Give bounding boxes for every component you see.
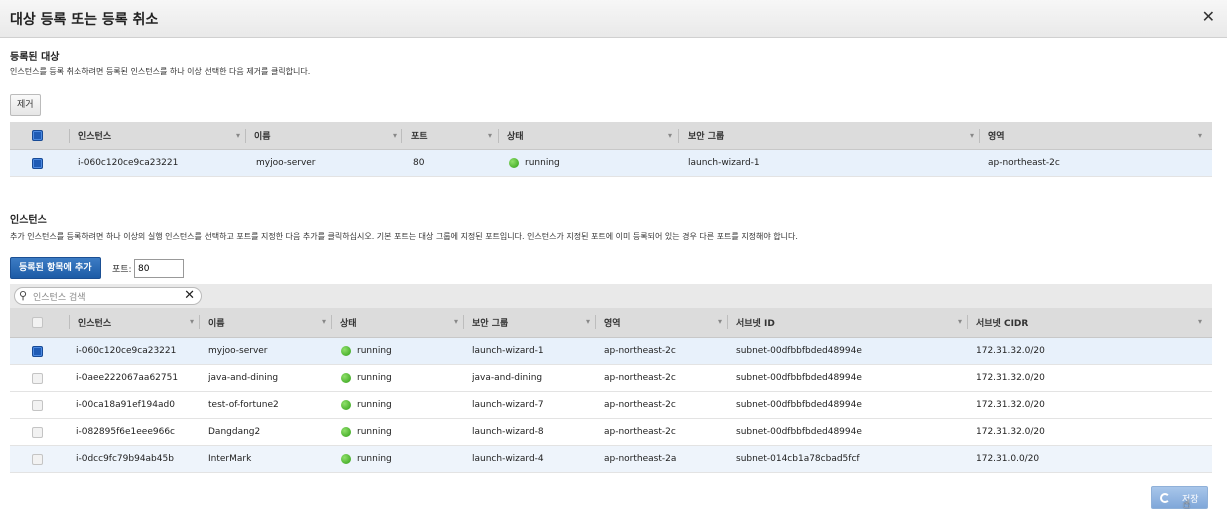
remove-button[interactable]: 제거 (10, 94, 41, 116)
running-status-icon (341, 454, 351, 464)
instance-id: i-082895f6e1eee966c (76, 427, 175, 437)
zone: ap-northeast-2c (604, 373, 676, 383)
table-header: 인스턴스 ▾ 이름 ▾ 포트 ▾ 상태 ▾ 보안 그룹 ▾ 영역 ▾ (10, 122, 1212, 150)
zone: ap-northeast-2c (604, 427, 676, 437)
close-icon[interactable]: ✕ (1202, 9, 1215, 25)
clear-search-icon[interactable]: ✕ (184, 288, 195, 303)
registered-section-title: 등록된 대상 (10, 52, 60, 63)
instance-name: InterMark (208, 454, 252, 464)
instance-state: running (357, 373, 392, 383)
instance-state: running (357, 400, 392, 410)
row-checkbox[interactable] (32, 157, 43, 169)
subnet-id: subnet-00dfbbfbded48994e (736, 346, 862, 356)
instance-name: myjoo-server (256, 158, 316, 168)
instance-id: i-0dcc9fc79b94ab45b (76, 454, 174, 464)
table-row[interactable]: i-0dcc9fc79b94ab45b InterMark running la… (10, 446, 1212, 473)
zone: ap-northeast-2c (988, 158, 1060, 168)
instance-id: i-00ca18a91ef194ad0 (76, 400, 175, 410)
col-subnet-cidr[interactable]: 서브넷 CIDR (976, 308, 1176, 337)
col-zone[interactable]: 영역 (604, 308, 714, 337)
instance-name: java-and-dining (208, 373, 279, 383)
port: 80 (413, 158, 425, 168)
subnet-cidr: 172.31.32.0/20 (976, 346, 1045, 356)
instance-id: i-060c120ce9ca23221 (76, 346, 177, 356)
subnet-cidr: 172.31.32.0/20 (976, 373, 1045, 383)
table-row[interactable]: i-082895f6e1eee966c Dangdang2 running la… (10, 419, 1212, 446)
row-checkbox[interactable] (32, 345, 43, 357)
row-checkbox[interactable] (32, 453, 43, 465)
hand-cursor-icon: ☝ (1183, 497, 1191, 511)
col-instance[interactable]: 인스턴스 (78, 308, 188, 337)
col-state[interactable]: 상태 (507, 122, 657, 149)
security-group: launch-wizard-8 (472, 427, 544, 437)
running-status-icon (509, 158, 519, 168)
running-status-icon (341, 427, 351, 437)
subnet-id: subnet-014cb1a78cbad5fcf (736, 454, 860, 464)
running-status-icon (341, 373, 351, 383)
security-group: launch-wizard-1 (688, 158, 760, 168)
col-subnet-id[interactable]: 서브넷 ID (736, 308, 936, 337)
subnet-id: subnet-00dfbbfbded48994e (736, 427, 862, 437)
zone: ap-northeast-2c (604, 400, 676, 410)
instance-state: running (357, 454, 392, 464)
col-security-group[interactable]: 보안 그룹 (688, 122, 968, 149)
registered-targets-table: 인스턴스 ▾ 이름 ▾ 포트 ▾ 상태 ▾ 보안 그룹 ▾ 영역 ▾ i-060… (10, 122, 1212, 178)
row-checkbox[interactable] (32, 399, 43, 411)
port-input[interactable] (134, 259, 184, 278)
zone: ap-northeast-2c (604, 346, 676, 356)
table-row[interactable]: i-0aee222067aa62751 java-and-dining runn… (10, 365, 1212, 392)
save-button[interactable]: 저장 (1151, 486, 1208, 509)
instance-state: running (357, 427, 392, 437)
instance-id: i-060c120ce9ca23221 (78, 158, 179, 168)
dialog-title: 대상 등록 또는 등록 취소 (10, 12, 159, 28)
select-all-checkbox[interactable] (32, 317, 43, 328)
running-status-icon (341, 346, 351, 356)
search-icon: ⚲ (19, 289, 28, 302)
subnet-cidr: 172.31.32.0/20 (976, 427, 1045, 437)
table-row[interactable]: i-00ca18a91ef194ad0 test-of-fortune2 run… (10, 392, 1212, 419)
col-port[interactable]: 포트 (411, 122, 481, 149)
subnet-cidr: 172.31.32.0/20 (976, 400, 1045, 410)
col-state[interactable]: 상태 (340, 308, 450, 337)
table-header: 인스턴스 ▾ 이름 ▾ 상태 ▾ 보안 그룹 ▾ 영역 ▾ 서브넷 ID ▾ 서… (10, 308, 1212, 338)
instances-table: 인스턴스 ▾ 이름 ▾ 상태 ▾ 보안 그룹 ▾ 영역 ▾ 서브넷 ID ▾ 서… (10, 308, 1212, 473)
subnet-id: subnet-00dfbbfbded48994e (736, 400, 862, 410)
instance-search[interactable]: ⚲ 인스턴스 검색 ✕ (14, 287, 202, 305)
dialog-header: 대상 등록 또는 등록 취소 ✕ (0, 0, 1227, 38)
col-security-group[interactable]: 보안 그룹 (472, 308, 582, 337)
subnet-cidr: 172.31.0.0/20 (976, 454, 1040, 464)
security-group: java-and-dining (472, 373, 543, 383)
subnet-id: subnet-00dfbbfbded48994e (736, 373, 862, 383)
instance-name: Dangdang2 (208, 427, 261, 437)
add-to-registered-button[interactable]: 등록된 항목에 추가 (10, 257, 101, 279)
running-status-icon (341, 400, 351, 410)
table-row[interactable]: i-060c120ce9ca23221 myjoo-server running… (10, 338, 1212, 365)
row-checkbox[interactable] (32, 426, 43, 438)
port-label: 포트: (112, 265, 132, 275)
loading-spinner-icon (1160, 493, 1170, 503)
col-name[interactable]: 이름 (254, 122, 384, 149)
instances-section-title: 인스턴스 (10, 215, 47, 226)
instance-name: test-of-fortune2 (208, 400, 279, 410)
security-group: launch-wizard-7 (472, 400, 544, 410)
instance-state: running (357, 346, 392, 356)
instances-section-desc: 추가 인스턴스를 등록하려면 하나 이상의 실행 인스턴스를 선택하고 포트를 … (10, 232, 798, 241)
registered-section-desc: 인스턴스를 등록 취소하려면 등록된 인스턴스를 하나 이상 선택한 다음 제거… (10, 67, 311, 76)
instance-id: i-0aee222067aa62751 (76, 373, 179, 383)
col-zone[interactable]: 영역 (988, 122, 1188, 149)
search-input[interactable]: 인스턴스 검색 (33, 290, 86, 303)
security-group: launch-wizard-4 (472, 454, 544, 464)
select-all-checkbox[interactable] (32, 130, 43, 141)
col-name[interactable]: 이름 (208, 308, 318, 337)
table-row[interactable]: i-060c120ce9ca23221 myjoo-server 80 runn… (10, 150, 1212, 177)
row-checkbox[interactable] (32, 372, 43, 384)
instance-name: myjoo-server (208, 346, 268, 356)
instance-state: running (525, 158, 560, 168)
zone: ap-northeast-2a (604, 454, 677, 464)
col-instance[interactable]: 인스턴스 (78, 122, 228, 149)
security-group: launch-wizard-1 (472, 346, 544, 356)
